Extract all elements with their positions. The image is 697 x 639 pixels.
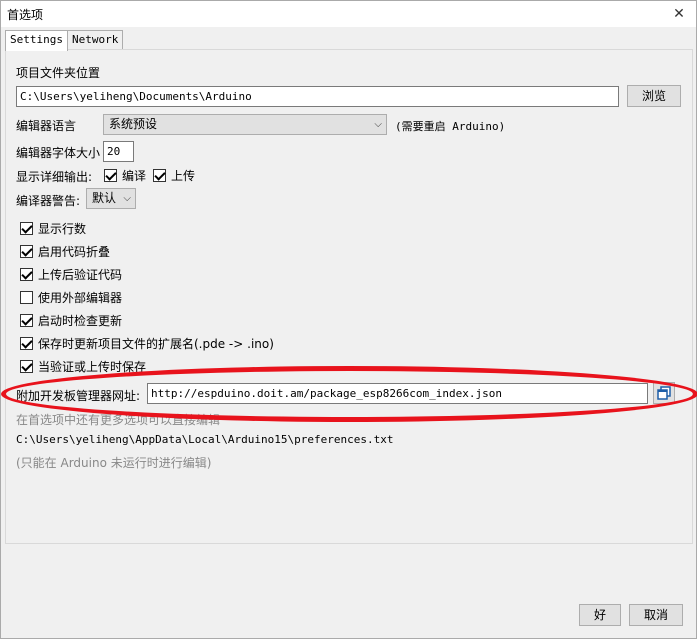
title-bar: 首选项 ✕ [1, 1, 696, 27]
editor-language-select[interactable]: 系统预设 ⌵ [103, 114, 387, 135]
option-label: 当验证或上传时保存 [38, 360, 147, 374]
tab-bar: Settings Network [5, 30, 124, 51]
option-label: 显示行数 [38, 222, 87, 236]
boards-url-field[interactable]: http://espduino.doit.am/package_esp8266c… [147, 383, 648, 404]
settings-panel: 项目文件夹位置 C:\Users\yeliheng\Documents\Ardu… [5, 49, 693, 544]
preferences-file-path: C:\Users\yeliheng\AppData\Local\Arduino1… [16, 433, 394, 446]
tab-settings[interactable]: Settings [5, 30, 68, 51]
verbose-upload-option[interactable]: 上传 [153, 167, 195, 184]
tab-network[interactable]: Network [67, 30, 124, 50]
option-verify-after-upload[interactable]: 上传后验证代码 [20, 266, 122, 283]
editor-language-label: 编辑器语言 [16, 119, 77, 133]
option-update-extension[interactable]: 保存时更新项目文件的扩展名(.pde -> .ino) [20, 335, 274, 352]
close-button[interactable]: ✕ [662, 1, 696, 27]
preferences-dialog: 首选项 ✕ Settings Network 项目文件夹位置 C:\Users\… [0, 0, 697, 639]
close-icon: ✕ [673, 6, 685, 22]
verbose-upload-label: 上传 [171, 169, 196, 183]
sketchbook-path-field[interactable]: C:\Users\yeliheng\Documents\Arduino [16, 86, 619, 107]
font-size-label: 编辑器字体大小 [16, 146, 101, 160]
option-checkbox[interactable] [20, 245, 33, 258]
edit-only-when-closed-note: (只能在 Arduino 未运行时进行编辑) [16, 456, 212, 470]
verbose-compile-checkbox[interactable] [104, 169, 117, 182]
window-title: 首选项 [7, 8, 44, 22]
verbose-output-label: 显示详细输出: [16, 170, 93, 184]
chevron-down-icon: ⌵ [123, 193, 131, 204]
browse-button[interactable]: 浏览 [627, 85, 681, 107]
more-prefs-hint: 在首选项中还有更多选项可以直接编辑 [16, 413, 221, 427]
option-label: 保存时更新项目文件的扩展名(.pde -> .ino) [38, 337, 274, 351]
sketchbook-location-label: 项目文件夹位置 [16, 66, 101, 80]
boards-url-edit-button[interactable] [653, 382, 675, 404]
option-label: 上传后验证代码 [38, 268, 123, 282]
ok-button[interactable]: 好 [579, 604, 621, 626]
editor-language-value: 系统预设 [109, 117, 158, 131]
restart-note: (需要重启 Arduino) [395, 120, 506, 133]
option-label: 使用外部编辑器 [38, 291, 123, 305]
cancel-button[interactable]: 取消 [629, 604, 683, 626]
option-external-editor[interactable]: 使用外部编辑器 [20, 289, 122, 306]
option-label: 启动时检查更新 [38, 314, 123, 328]
option-save-on-verify[interactable]: 当验证或上传时保存 [20, 358, 146, 375]
option-checkbox[interactable] [20, 360, 33, 373]
option-checkbox[interactable] [20, 337, 33, 350]
chevron-down-icon: ⌵ [374, 119, 382, 130]
option-code-folding[interactable]: 启用代码折叠 [20, 243, 110, 260]
compiler-warnings-select[interactable]: 默认 ⌵ [86, 188, 136, 209]
verbose-upload-checkbox[interactable] [153, 169, 166, 182]
option-checkbox[interactable] [20, 222, 33, 235]
option-check-updates[interactable]: 启动时检查更新 [20, 312, 122, 329]
verbose-compile-label: 编译 [122, 169, 147, 183]
compiler-warnings-label: 编译器警告: [16, 194, 81, 208]
option-show-line-numbers[interactable]: 显示行数 [20, 220, 86, 237]
boards-url-label: 附加开发板管理器网址: [16, 389, 141, 403]
option-checkbox[interactable] [20, 291, 33, 304]
option-checkbox[interactable] [20, 268, 33, 281]
option-checkbox[interactable] [20, 314, 33, 327]
font-size-field[interactable]: 20 [103, 141, 134, 162]
compiler-warnings-value: 默认 [92, 191, 117, 205]
window-stack-icon [657, 386, 671, 400]
verbose-compile-option[interactable]: 编译 [104, 167, 146, 184]
option-label: 启用代码折叠 [38, 245, 111, 259]
